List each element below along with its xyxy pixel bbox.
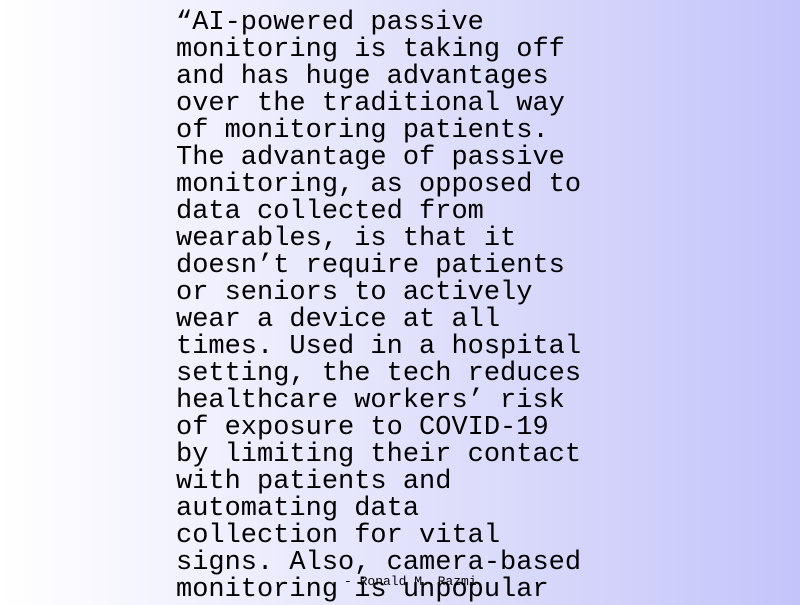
quote-line: The advantage of passive: [176, 143, 565, 173]
quote-line: wear a device at all: [176, 305, 501, 335]
quote-line: of exposure to COVID-19: [176, 413, 549, 443]
quote-text: “AI-powered passive monitoring is taking…: [176, 10, 581, 604]
quote-line: doesn’t require patients: [176, 251, 565, 281]
quote-line: with patients and: [176, 467, 452, 497]
quote-line: of monitoring patients.: [176, 116, 549, 146]
quote-line: and has huge advantages: [176, 62, 549, 92]
quote-line: or seniors to actively: [176, 278, 533, 308]
quote-line: data collected from: [176, 197, 484, 227]
quote-line: over the traditional way: [176, 89, 565, 119]
quote-line: setting, the tech reduces: [176, 359, 582, 389]
quote-line: wearables, is that it: [176, 224, 517, 254]
quote-line: by limiting their contact: [176, 440, 582, 470]
quote-line: signs. Also, camera-based: [176, 548, 582, 578]
quote-line: collection for vital: [176, 521, 501, 551]
quote-attribution: - Ronald M. Razmi: [344, 574, 477, 589]
quote-line: monitoring, as opposed to: [176, 170, 582, 200]
quote-line: healthcare workers’ risk: [176, 386, 565, 416]
quote-line: monitoring is taking off: [176, 35, 565, 65]
quote-line: automating data: [176, 494, 420, 524]
quote-line: times. Used in a hospital: [176, 332, 582, 362]
quote-line: “AI-powered passive: [176, 8, 484, 38]
